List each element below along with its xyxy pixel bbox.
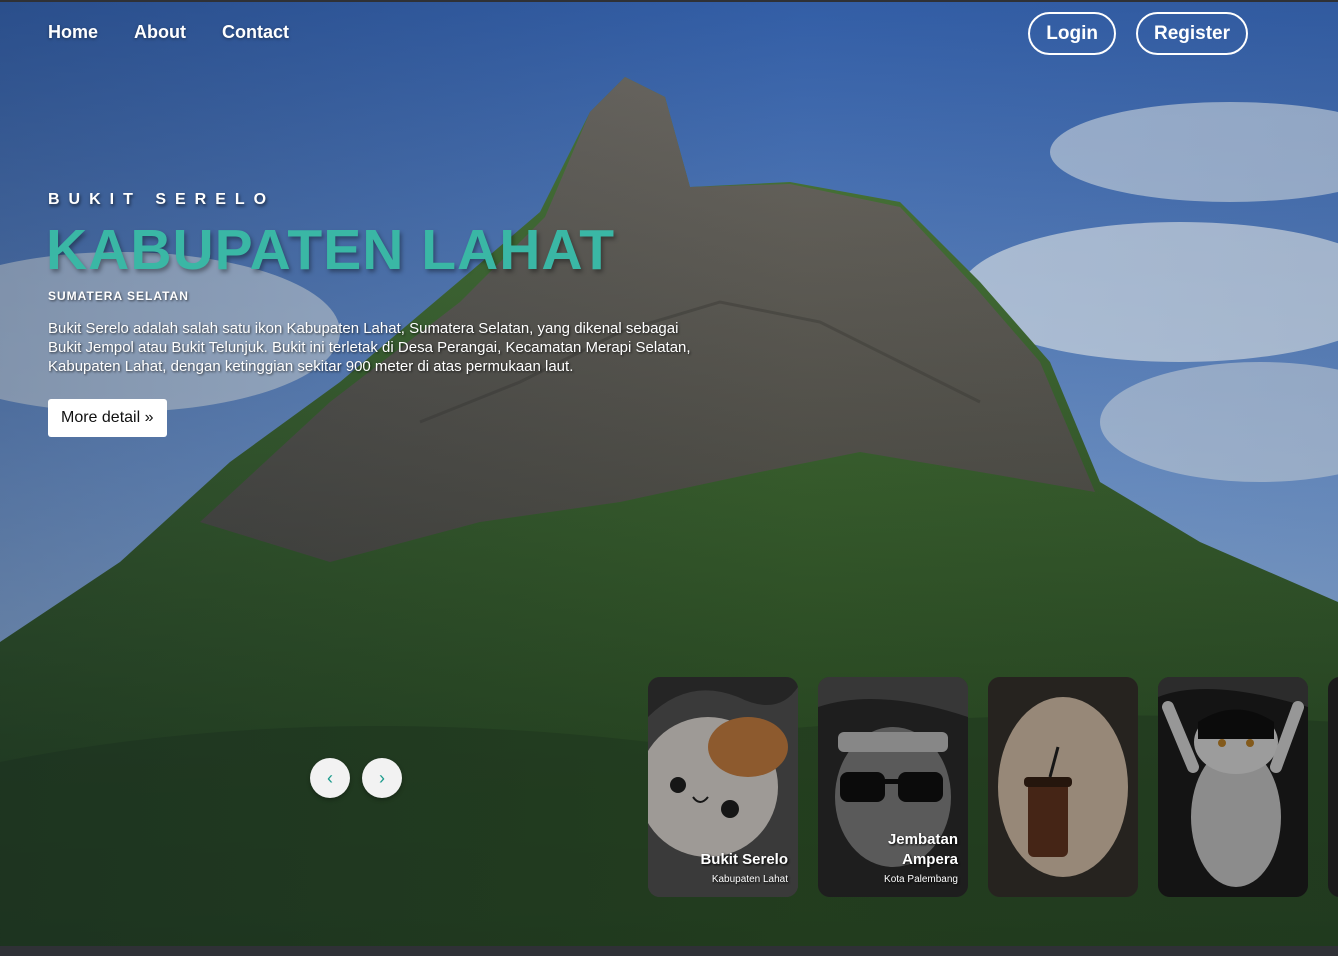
window-bottom-border (0, 946, 1338, 956)
destination-carousel: Bukit Serelo Kabupaten Lahat Jembatan Am… (648, 677, 1338, 897)
next-slide-button[interactable]: › (362, 758, 402, 798)
destination-card[interactable]: Bukit Serelo Kabupaten Lahat (648, 677, 798, 897)
login-button[interactable]: Login (1028, 12, 1116, 55)
card-title: Bukit Serelo (700, 851, 788, 868)
hero-eyebrow: BUKIT SERELO (48, 191, 276, 208)
card-subtitle: Kota Palembang (884, 874, 958, 885)
carousel-controls: ‹ › (310, 758, 402, 798)
card-caption: Bukit Serelo Kabupaten Lahat (700, 850, 788, 885)
nav-contact-link[interactable]: Contact (222, 22, 289, 43)
card-caption: Jembatan Ampera Kota Palembang (868, 830, 958, 885)
card-overlay (988, 677, 1138, 897)
destination-card[interactable] (1328, 677, 1338, 897)
destination-card[interactable] (1158, 677, 1308, 897)
nav-about-link[interactable]: About (134, 22, 186, 43)
card-subtitle: Kabupaten Lahat (711, 874, 788, 885)
card-title: Jembatan Ampera (887, 831, 958, 868)
nav-home-link[interactable]: Home (48, 22, 98, 43)
window-top-border (0, 0, 1338, 2)
destination-card[interactable]: Jembatan Ampera Kota Palembang (818, 677, 968, 897)
auth-buttons: Login Register (1028, 12, 1248, 55)
hero-region: SUMATERA SELATAN (48, 289, 189, 303)
hero-description: Bukit Serelo adalah salah satu ikon Kabu… (48, 320, 691, 375)
main-navigation: Home About Contact (48, 22, 289, 43)
register-button[interactable]: Register (1135, 12, 1248, 55)
card-overlay (1158, 677, 1308, 897)
chevron-left-icon: ‹ (327, 767, 333, 788)
chevron-right-icon: › (379, 767, 385, 788)
card-overlay (1328, 677, 1338, 897)
more-detail-button[interactable]: More detail » (48, 399, 167, 437)
destination-card[interactable] (988, 677, 1138, 897)
hero-headline: KABUPATEN LAHAT (46, 218, 616, 282)
prev-slide-button[interactable]: ‹ (310, 758, 350, 798)
